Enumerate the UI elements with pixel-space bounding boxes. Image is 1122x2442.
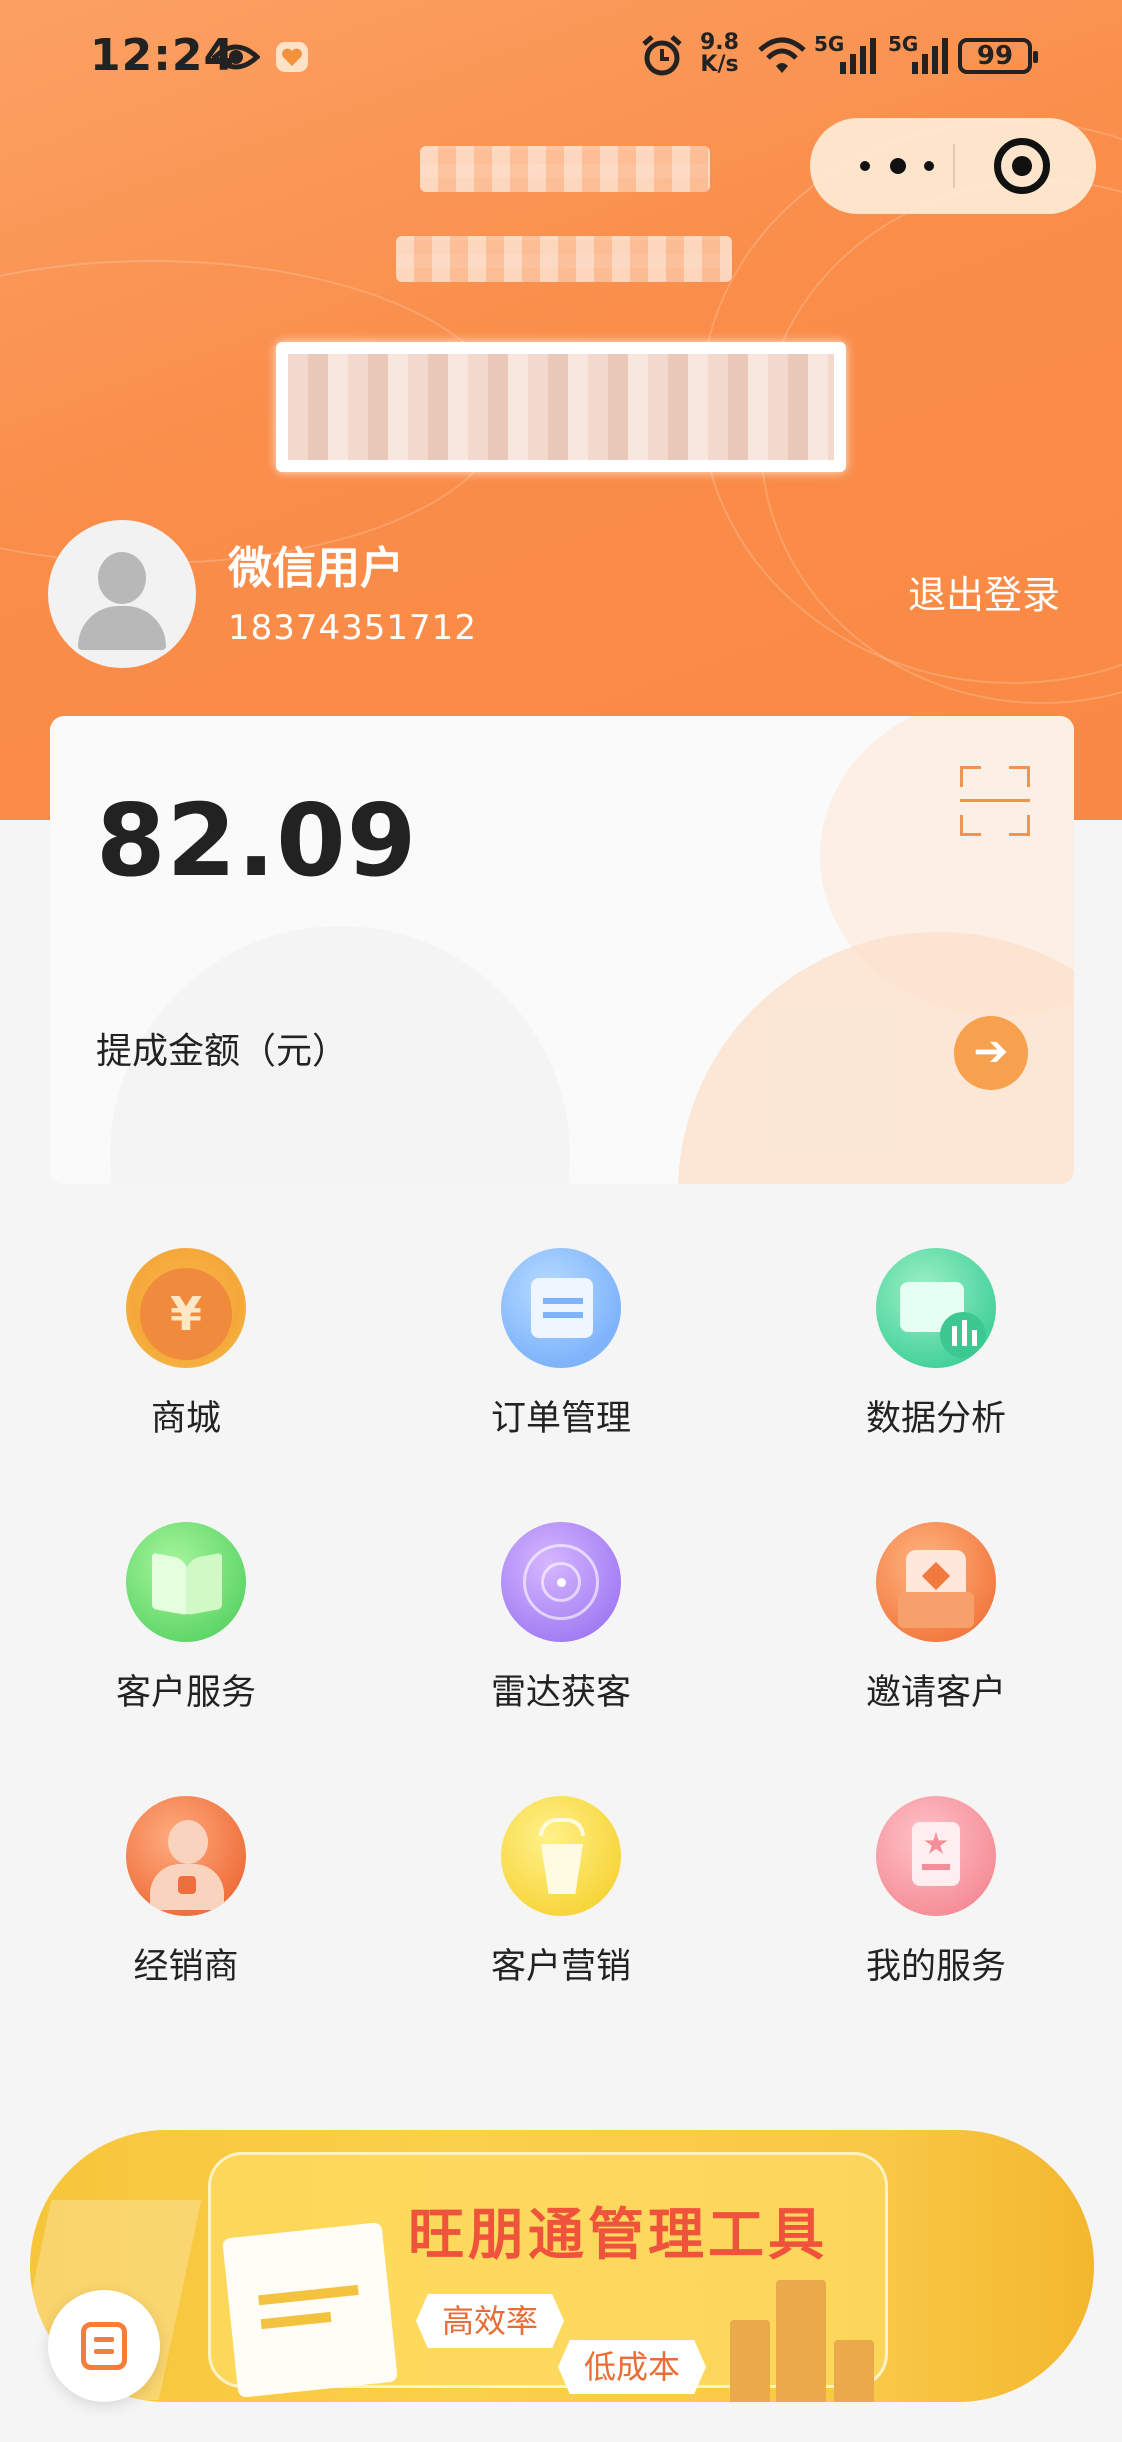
order-manage-icon	[501, 1248, 621, 1368]
user-phone: 18374351712	[228, 608, 477, 648]
grid-label: 邀请客户	[865, 1673, 1006, 1713]
avatar[interactable]	[48, 520, 196, 668]
floating-document-button[interactable]	[48, 2290, 160, 2402]
net-speed-unit: K/s	[700, 52, 739, 77]
grid-label: 订单管理	[490, 1399, 631, 1439]
commission-card: 82.09 提成金额（元） ➔	[50, 716, 1074, 1184]
commission-label: 提成金额（元）	[96, 1031, 349, 1072]
grid-label: 经销商	[133, 1947, 239, 1987]
grid-item-radar[interactable]: 雷达获客	[431, 1522, 691, 1715]
scan-icon[interactable]	[960, 766, 1030, 836]
signal-bars-icon	[840, 38, 876, 74]
grid-item-mall[interactable]: ¥ 商城	[56, 1248, 316, 1441]
close-miniprogram-button[interactable]	[994, 138, 1050, 194]
banner-buildings-illustration	[730, 2250, 910, 2402]
dealer-icon	[126, 1796, 246, 1916]
mall-coin-icon: ¥	[126, 1248, 246, 1368]
radar-icon	[501, 1522, 621, 1642]
invite-customer-icon	[876, 1522, 996, 1642]
avatar-body-icon	[78, 606, 166, 650]
grid-item-invite-customer[interactable]: 邀请客户	[806, 1522, 1066, 1715]
commission-detail-arrow-button[interactable]: ➔	[954, 1016, 1028, 1090]
alarm-icon	[642, 35, 682, 76]
customer-marketing-icon	[501, 1796, 621, 1916]
document-icon	[81, 2322, 127, 2370]
grid-label: 客户营销	[490, 1947, 631, 1987]
censored-subtitle-block	[396, 236, 732, 282]
customer-service-icon	[126, 1522, 246, 1642]
promo-banner[interactable]: 旺朋通管理工具 高效率 低成本	[30, 2130, 1094, 2402]
net-speed-value: 9.8	[700, 30, 739, 55]
grid-item-order-management[interactable]: 订单管理	[431, 1248, 691, 1441]
banner-tag-efficiency: 高效率	[416, 2294, 565, 2348]
data-analysis-icon	[876, 1248, 996, 1368]
wifi-icon	[758, 37, 806, 73]
grid-item-dealer[interactable]: 经销商	[56, 1796, 316, 1989]
miniprogram-capsule	[810, 118, 1096, 214]
grid-item-data-analysis[interactable]: 数据分析	[806, 1248, 1066, 1441]
censored-title-block	[420, 146, 710, 192]
grid-label: 雷达获客	[490, 1673, 631, 1713]
banner-illustration-screen	[222, 2222, 398, 2398]
more-menu-button[interactable]	[860, 144, 944, 188]
grid-label: 数据分析	[865, 1399, 1006, 1439]
grid-item-customer-service[interactable]: 客户服务	[56, 1522, 316, 1715]
eye-icon	[212, 44, 260, 70]
grid-item-customer-marketing[interactable]: 客户营销	[431, 1796, 691, 1989]
logout-button[interactable]: 退出登录	[908, 564, 1060, 619]
censored-white-block	[276, 342, 846, 472]
commission-amount: 82.09	[96, 782, 418, 899]
banner-tag-low-cost: 低成本	[558, 2340, 707, 2394]
grid-label: 商城	[150, 1399, 221, 1439]
my-service-icon	[876, 1796, 996, 1916]
user-name: 微信用户	[228, 543, 404, 594]
heart-shield-icon	[276, 42, 308, 72]
status-bar: 12:24 9.8 K/s 5G 5G 99	[0, 0, 1122, 118]
grid-label: 客户服务	[115, 1673, 256, 1713]
grid-label: 我的服务	[865, 1947, 1006, 1987]
battery-indicator: 99	[958, 38, 1038, 74]
grid-item-my-service[interactable]: 我的服务	[806, 1796, 1066, 1989]
signal-bars-icon	[912, 38, 948, 74]
avatar-head-icon	[98, 552, 146, 604]
capsule-divider	[953, 144, 955, 188]
